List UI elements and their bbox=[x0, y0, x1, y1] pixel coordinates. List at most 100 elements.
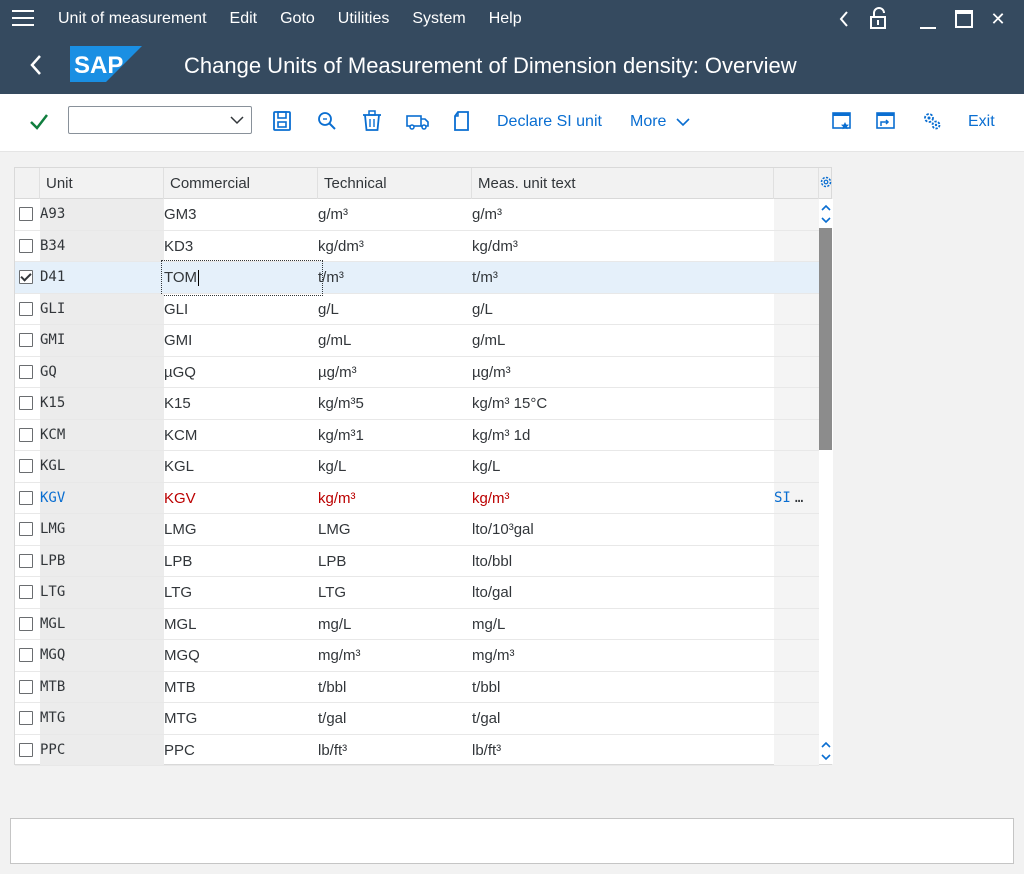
scroll-down-icon[interactable] bbox=[819, 750, 833, 762]
meas-unit-text-cell[interactable]: lto/10³gal bbox=[472, 514, 774, 545]
menu-utilities[interactable]: Utilities bbox=[338, 0, 390, 38]
technical-cell[interactable]: kg/L bbox=[318, 451, 472, 482]
table-row[interactable]: MGL MGL mg/L mg/L bbox=[15, 608, 819, 640]
row-checkbox[interactable] bbox=[19, 585, 33, 599]
technical-cell[interactable]: mg/m³ bbox=[318, 640, 472, 671]
close-button[interactable]: ✕ bbox=[986, 0, 1010, 38]
menu-edit[interactable]: Edit bbox=[230, 0, 258, 38]
table-row[interactable]: D41 TOM t/m³ t/m³ bbox=[15, 260, 819, 296]
table-row[interactable]: MGQ MGQ mg/m³ mg/m³ bbox=[15, 640, 819, 672]
si-unit-cell[interactable] bbox=[774, 671, 819, 702]
table-row[interactable]: KGV KGV kg/m³ kg/m³ SI… bbox=[15, 482, 819, 514]
meas-unit-text-cell[interactable]: kg/m³ bbox=[472, 483, 774, 514]
row-checkbox[interactable] bbox=[19, 711, 33, 725]
row-checkbox[interactable] bbox=[19, 490, 33, 505]
row-selector[interactable] bbox=[15, 577, 40, 608]
row-checkbox[interactable] bbox=[19, 459, 33, 473]
row-selector[interactable] bbox=[15, 388, 40, 419]
technical-cell[interactable]: g/m³ bbox=[318, 199, 472, 230]
row-selector[interactable] bbox=[15, 483, 40, 514]
table-row[interactable]: LMG LMG LMG lto/10³gal bbox=[15, 514, 819, 546]
technical-cell[interactable]: µg/m³ bbox=[318, 357, 472, 388]
row-checkbox[interactable] bbox=[19, 522, 33, 536]
si-unit-cell[interactable] bbox=[774, 545, 819, 576]
table-row[interactable]: LTG LTG LTG lto/gal bbox=[15, 577, 819, 609]
si-unit-cell[interactable] bbox=[774, 293, 819, 324]
technical-cell[interactable]: t/bbl bbox=[318, 672, 472, 703]
commercial-cell[interactable]: PPC bbox=[164, 735, 318, 766]
commercial-cell[interactable]: GLI bbox=[164, 294, 318, 325]
meas-unit-text-cell[interactable]: t/bbl bbox=[472, 672, 774, 703]
si-unit-cell[interactable] bbox=[774, 703, 819, 734]
row-checkbox[interactable] bbox=[19, 553, 33, 568]
transport-button[interactable] bbox=[406, 110, 430, 136]
si-unit-cell[interactable]: SI… bbox=[774, 482, 819, 513]
table-row[interactable]: K15 K15 kg/m³5 kg/m³ 15°C bbox=[15, 388, 819, 420]
row-selector[interactable] bbox=[15, 325, 40, 356]
commercial-cell[interactable]: MTG bbox=[164, 703, 318, 734]
table-row[interactable]: B34 KD3 kg/dm³ kg/dm³ bbox=[15, 230, 819, 262]
menu-icon[interactable] bbox=[12, 10, 34, 28]
col-header-technical[interactable]: Technical bbox=[318, 168, 472, 199]
technical-cell[interactable]: kg/m³5 bbox=[318, 388, 472, 419]
meas-unit-text-cell[interactable]: kg/m³ 15°C bbox=[472, 388, 774, 419]
row-selector[interactable] bbox=[15, 609, 40, 640]
commercial-cell[interactable]: KCM bbox=[164, 420, 318, 451]
commercial-cell[interactable]: GM3 bbox=[164, 199, 318, 230]
commercial-cell[interactable]: K15 bbox=[164, 388, 318, 419]
meas-unit-text-cell[interactable]: kg/L bbox=[472, 451, 774, 482]
si-unit-cell[interactable] bbox=[774, 640, 819, 671]
technical-cell[interactable]: kg/dm³ bbox=[318, 231, 472, 262]
commercial-cell[interactable]: µGQ bbox=[164, 357, 318, 388]
row-checkbox[interactable] bbox=[19, 238, 33, 253]
row-selector[interactable] bbox=[15, 703, 40, 734]
si-unit-cell[interactable] bbox=[774, 451, 819, 482]
find-button[interactable] bbox=[316, 110, 338, 136]
meas-unit-text-cell[interactable]: mg/L bbox=[472, 609, 774, 640]
unlock-icon[interactable] bbox=[866, 0, 892, 38]
commercial-cell[interactable]: MGL bbox=[164, 609, 318, 640]
si-unit-cell[interactable] bbox=[774, 388, 819, 419]
menu-help[interactable]: Help bbox=[489, 0, 522, 38]
save-button[interactable] bbox=[272, 110, 292, 136]
technical-cell[interactable]: LPB bbox=[318, 546, 472, 577]
row-checkbox[interactable] bbox=[19, 427, 33, 442]
more-button[interactable]: More bbox=[630, 113, 691, 131]
scroll-down-small-icon[interactable] bbox=[819, 213, 833, 225]
si-unit-cell[interactable] bbox=[774, 577, 819, 608]
chevron-down-icon[interactable] bbox=[229, 114, 245, 126]
table-row[interactable]: A93 GM3 g/m³ g/m³ bbox=[15, 199, 819, 231]
col-header-unit[interactable]: Unit bbox=[40, 168, 164, 199]
new-window-button[interactable] bbox=[832, 110, 852, 136]
si-unit-cell[interactable] bbox=[774, 734, 819, 765]
meas-unit-text-cell[interactable]: g/m³ bbox=[472, 199, 774, 230]
commercial-cell[interactable]: KGL bbox=[164, 451, 318, 482]
meas-unit-text-cell[interactable]: g/mL bbox=[472, 325, 774, 356]
technical-cell[interactable]: t/m³ bbox=[318, 262, 472, 293]
row-checkbox[interactable] bbox=[19, 648, 33, 662]
generate-shortcut-button[interactable] bbox=[876, 110, 896, 136]
row-checkbox[interactable] bbox=[19, 679, 33, 694]
technical-cell[interactable]: mg/L bbox=[318, 609, 472, 640]
table-row[interactable]: GMI GMI g/mL g/mL bbox=[15, 325, 819, 357]
commercial-cell[interactable]: MTB bbox=[164, 672, 318, 703]
table-row[interactable]: LPB LPB LPB lto/bbl bbox=[15, 545, 819, 577]
row-selector[interactable] bbox=[15, 451, 40, 482]
row-checkbox[interactable] bbox=[19, 301, 33, 316]
commercial-cell[interactable]: GMI bbox=[164, 325, 318, 356]
meas-unit-text-cell[interactable]: kg/m³ 1d bbox=[472, 420, 774, 451]
meas-unit-text-cell[interactable]: t/m³ bbox=[472, 262, 774, 293]
settings-button[interactable] bbox=[921, 110, 943, 136]
row-checkbox[interactable] bbox=[19, 333, 33, 347]
row-selector[interactable] bbox=[15, 262, 40, 293]
technical-cell[interactable]: t/gal bbox=[318, 703, 472, 734]
commercial-cell[interactable]: LTG bbox=[164, 577, 318, 608]
table-row[interactable]: GLI GLI g/L g/L bbox=[15, 293, 819, 325]
row-selector[interactable] bbox=[15, 640, 40, 671]
commercial-cell[interactable]: LMG bbox=[164, 514, 318, 545]
row-selector[interactable] bbox=[15, 735, 40, 766]
technical-cell[interactable]: g/mL bbox=[318, 325, 472, 356]
si-unit-cell[interactable] bbox=[774, 419, 819, 450]
minimize-button[interactable] bbox=[916, 0, 940, 38]
technical-cell[interactable]: lb/ft³ bbox=[318, 735, 472, 766]
